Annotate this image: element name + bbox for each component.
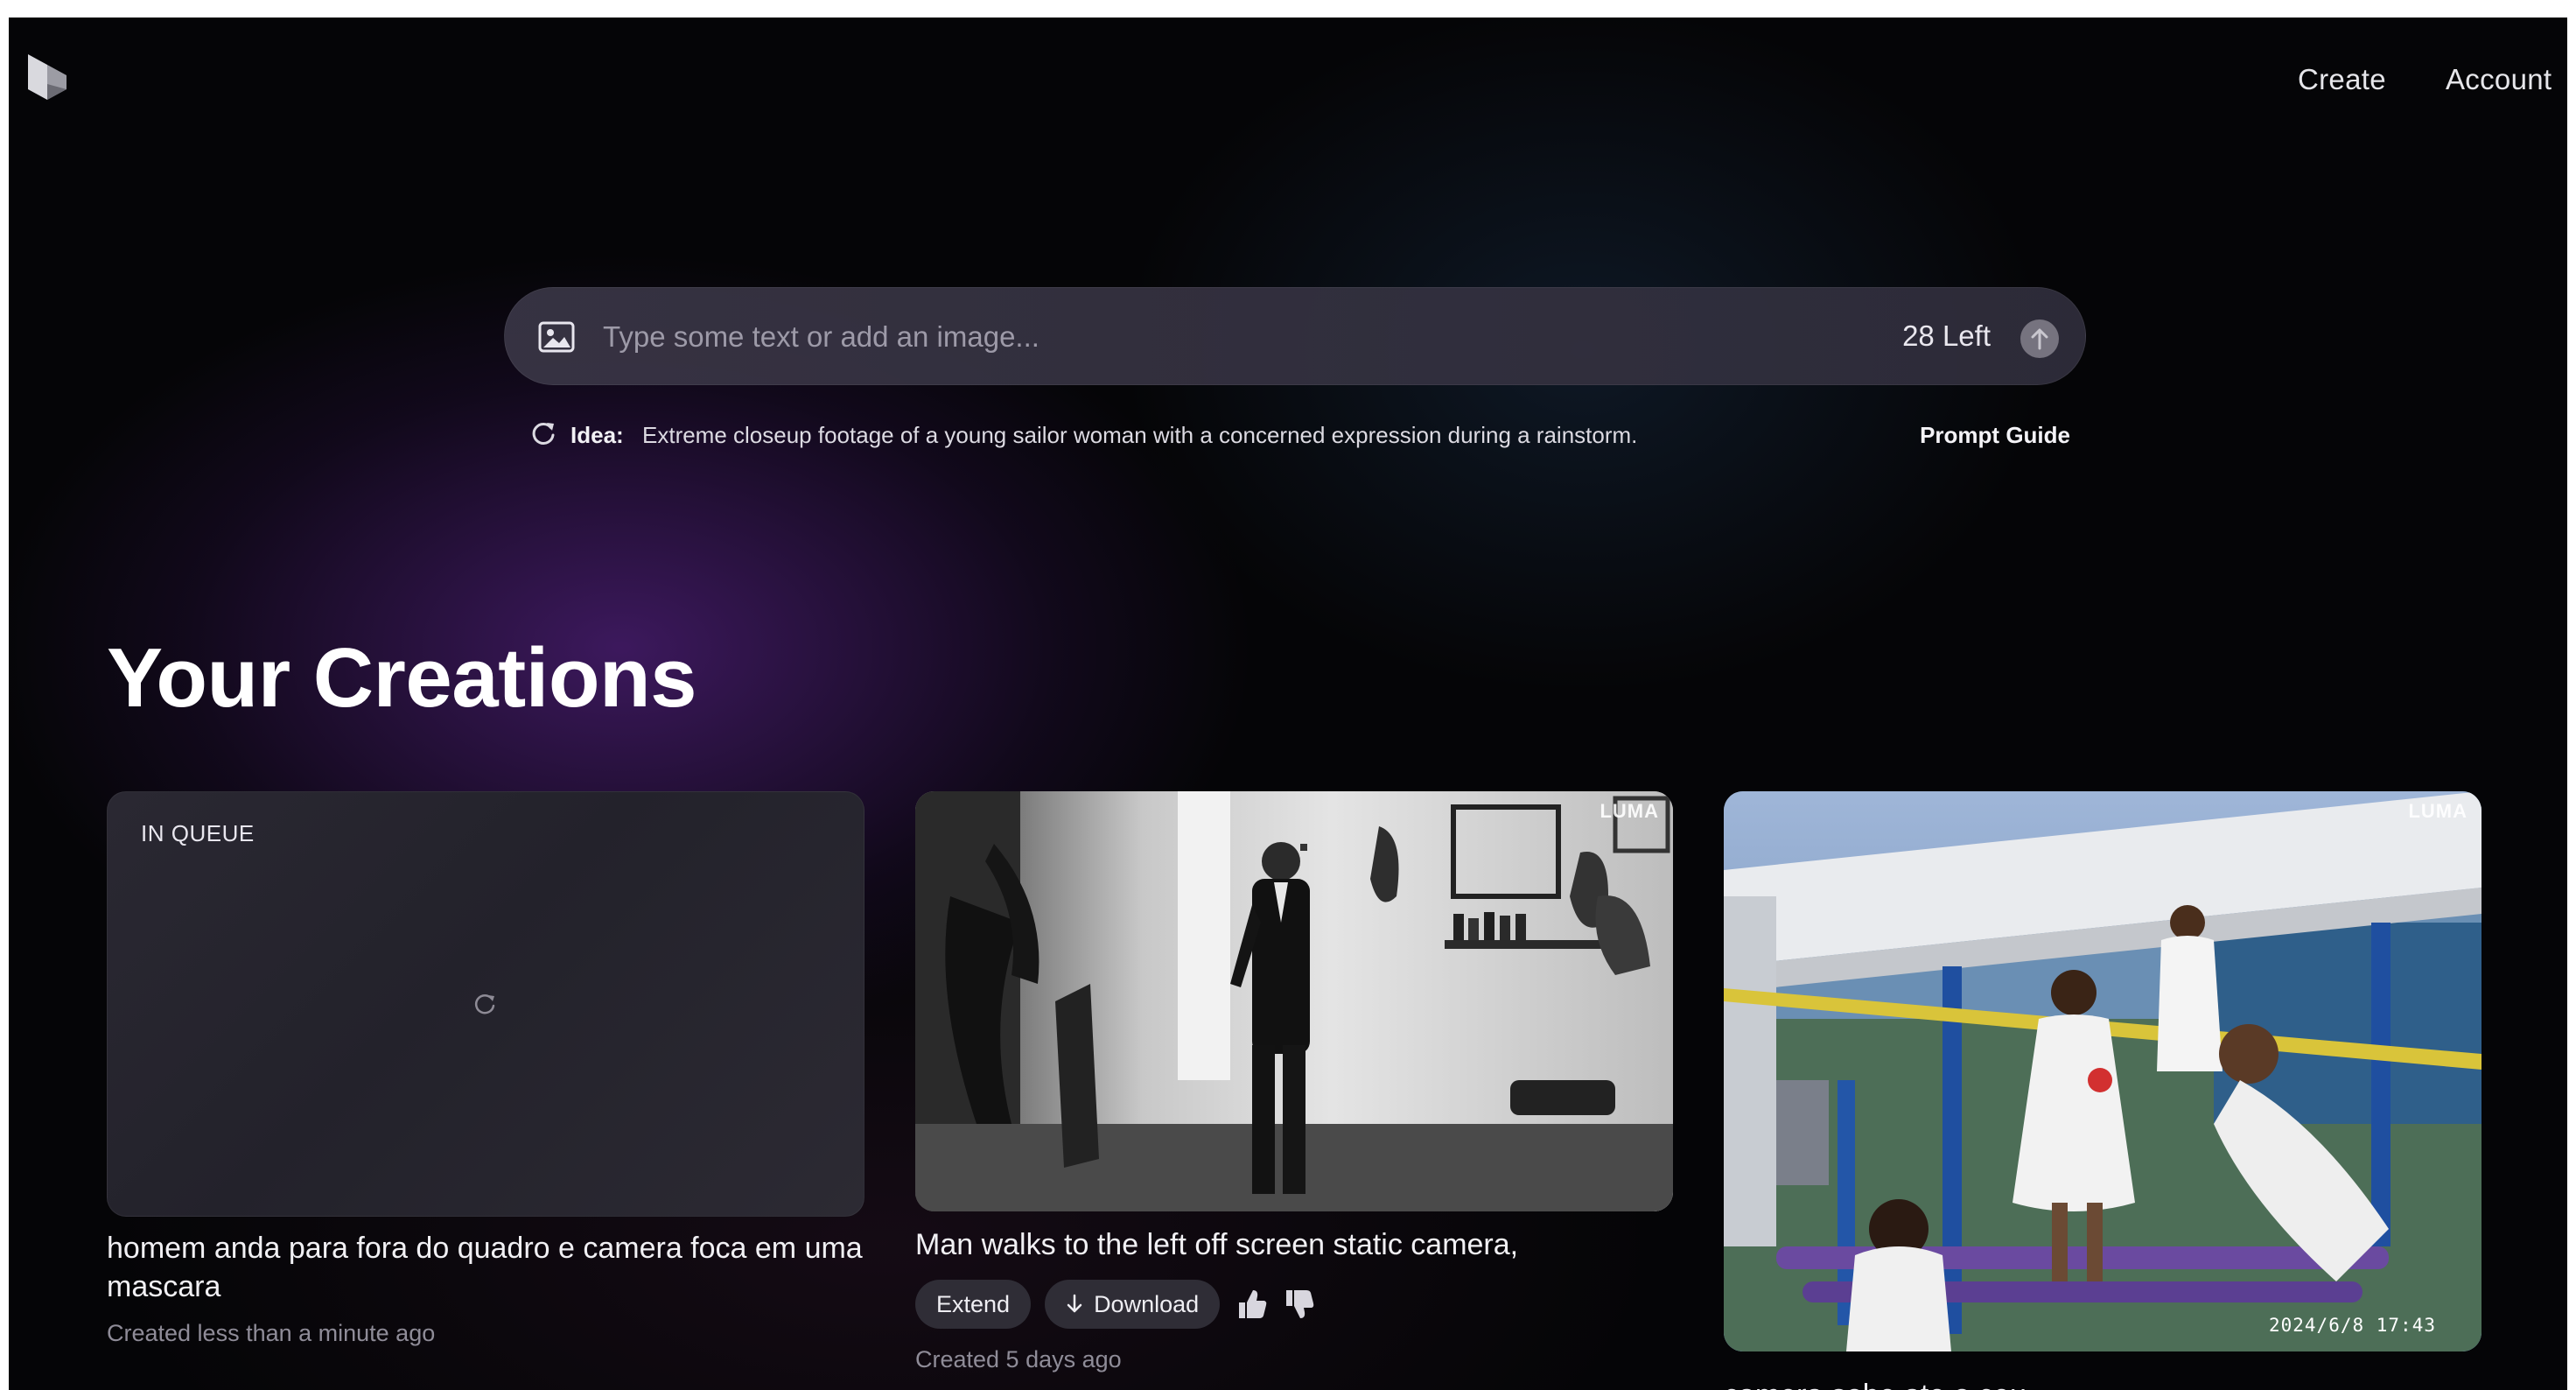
arrow-up-icon	[2031, 328, 2048, 350]
luma-watermark: LUMA	[1600, 800, 1659, 822]
status-badge: IN QUEUE	[141, 820, 255, 846]
idea-text[interactable]: Extreme closeup footage of a young sailo…	[642, 422, 1637, 449]
creation-card: IN QUEUE homem anda para fora do quadro …	[107, 791, 864, 1347]
download-label: Download	[1094, 1290, 1200, 1317]
creation-card: LUMA 2024/6/8 17:43 camera sobe ate o ce…	[1724, 791, 2482, 1390]
creation-timestamp: Created 5 days ago	[915, 1346, 1122, 1372]
loading-spinner-icon	[474, 994, 495, 1014]
video-frame-image	[915, 791, 1673, 1211]
nav-account-link[interactable]: Account	[2446, 63, 2552, 96]
luma-watermark: LUMA	[2408, 800, 2468, 822]
refresh-icon[interactable]	[530, 420, 556, 446]
idea-label: Idea:	[570, 422, 624, 448]
extend-label: Extend	[936, 1290, 1011, 1317]
nav-create-link[interactable]: Create	[2298, 63, 2386, 96]
creation-caption: Man walks to the left off screen static …	[915, 1228, 1519, 1261]
creation-thumbnail[interactable]: IN QUEUE	[107, 791, 864, 1217]
thumbs-down-icon[interactable]	[1281, 1287, 1316, 1322]
creation-card: LUMA Man walks to the left off screen st…	[915, 791, 1673, 1373]
image-icon[interactable]	[538, 321, 575, 353]
video-frame-image	[1724, 791, 2482, 1351]
creation-caption: camera sobe ate o ceu	[1724, 1376, 2482, 1390]
page-title: Your Creations	[107, 631, 697, 725]
download-button[interactable]: Download	[1045, 1280, 1221, 1329]
creation-actions: Extend Download	[915, 1280, 1673, 1329]
creation-video[interactable]: LUMA	[915, 791, 1673, 1211]
video-timestamp: 2024/6/8 17:43	[2268, 1315, 2436, 1336]
idea-row: Idea: Extreme closeup footage of a young…	[530, 417, 2070, 455]
creation-caption: homem anda para fora do quadro e camera …	[107, 1232, 863, 1303]
prompt-input[interactable]	[603, 311, 1898, 363]
creation-video[interactable]: LUMA 2024/6/8 17:43	[1724, 791, 2482, 1351]
download-icon	[1067, 1294, 1082, 1313]
generations-left-count: 28 Left	[1902, 319, 1991, 352]
luma-logo-icon[interactable]	[24, 49, 77, 105]
app-window: Create Account 28 Left Idea: Extreme clo…	[9, 18, 2567, 1390]
prompt-guide-link[interactable]: Prompt Guide	[1920, 422, 2070, 449]
thumbs-up-icon[interactable]	[1234, 1287, 1269, 1322]
creation-timestamp: Created less than a minute ago	[107, 1320, 436, 1346]
prompt-bar: 28 Left	[504, 287, 2086, 385]
extend-button[interactable]: Extend	[915, 1280, 1032, 1329]
submit-button[interactable]	[2020, 319, 2059, 358]
